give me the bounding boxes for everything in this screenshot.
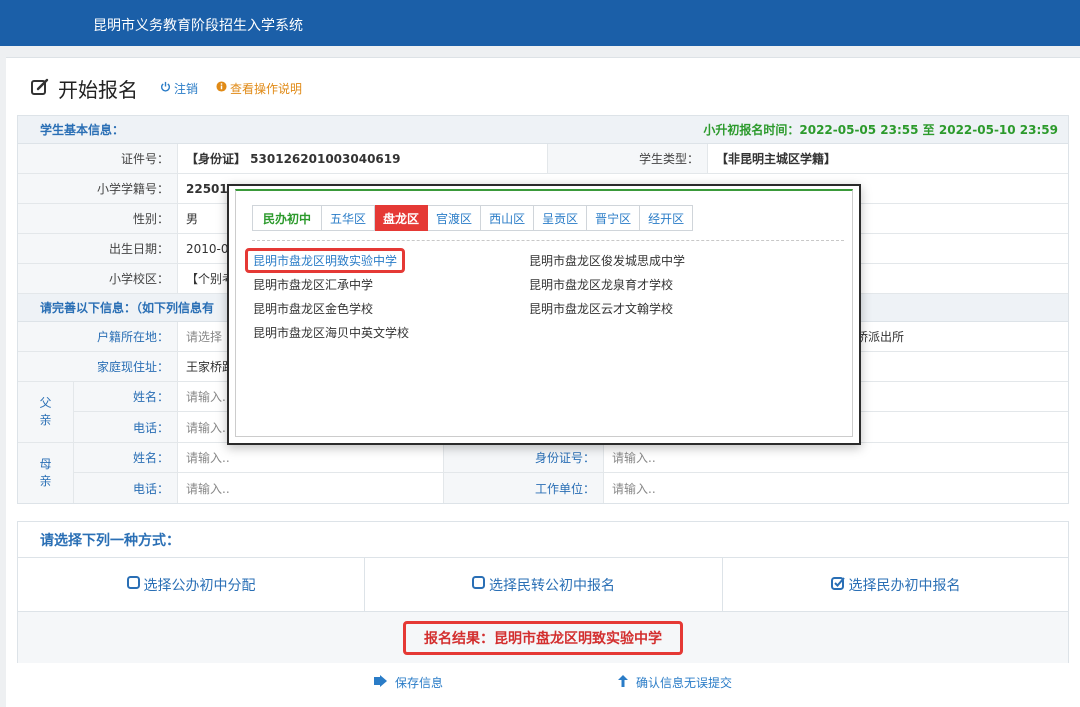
checkbox-icon [126, 576, 140, 593]
mother-phone-label: 电话： [74, 473, 178, 503]
school-option-selected[interactable]: 昆明市盘龙区明致实验中学 [245, 248, 406, 273]
school-option[interactable]: 昆明市盘龙区云才文翰学校 [529, 300, 673, 317]
page-title: 开始报名 [58, 77, 138, 102]
save-label: 保存信息 [395, 676, 444, 690]
mother-label: 母亲 [18, 443, 74, 503]
help-label: 查看操作说明 [230, 81, 303, 96]
logout-label: 注销 [174, 81, 199, 96]
enroll-time: 小升初报名时间：2022-05-05 23:55 至 2022-05-10 23… [703, 123, 1058, 137]
option-private-to-public[interactable]: 选择民转公初中报名 [365, 558, 723, 611]
top-bar: 昆明市义务教育阶段招生入学系统 [0, 0, 1080, 46]
action-bar: 保存信息 确认信息无误提交 [6, 670, 1080, 696]
tab-chenggong[interactable]: 呈贡区 [534, 205, 588, 231]
mother-work-input[interactable]: 请输入.. [604, 473, 1068, 503]
id-value: 【身份证】 530126201003040619 [178, 144, 548, 173]
page-header: 开始报名 注销 查看操作说明 [30, 74, 302, 102]
logout-link[interactable]: 注销 [160, 80, 198, 97]
father-phone-label: 电话： [74, 412, 178, 442]
table-row: 电话： 请输入.. 工作单位： 请输入.. [74, 473, 1068, 503]
tab-panlong[interactable]: 盘龙区 [375, 205, 429, 231]
school-option[interactable]: 昆明市盘龙区海贝中英文学校 [253, 324, 409, 341]
school-option[interactable]: 昆明市盘龙区俊发城思成中学 [529, 252, 685, 269]
father-label: 父亲 [18, 382, 74, 442]
school-select-popup: 民办初中 五华区 盘龙区 官渡区 西山区 呈贡区 晋宁区 经开区 昆明市盘龙区明… [227, 184, 861, 445]
address-label: 家庭现住址： [18, 352, 178, 381]
method-title: 请选择下列一种方式： [18, 522, 1068, 558]
school-option[interactable]: 昆明市盘龙区龙泉育才学校 [529, 276, 673, 293]
mother-name-input[interactable]: 请输入.. [178, 443, 444, 472]
school-option[interactable]: 昆明市盘龙区金色学校 [253, 300, 373, 317]
tab-jingkai[interactable]: 经开区 [640, 205, 694, 231]
submit-button[interactable]: 确认信息无误提交 [618, 674, 732, 691]
popup-content: 民办初中 五华区 盘龙区 官渡区 西山区 呈贡区 晋宁区 经开区 昆明市盘龙区明… [235, 189, 853, 437]
option-private[interactable]: 选择民办初中报名 [723, 558, 1068, 611]
type-value: 【非昆明主城区学籍】 [716, 152, 837, 166]
tab-private-middle[interactable]: 民办初中 [252, 205, 323, 231]
id-label: 证件号： [18, 144, 178, 173]
app-title: 昆明市义务教育阶段招生入学系统 [93, 18, 303, 34]
save-button[interactable]: 保存信息 [374, 674, 443, 691]
district-tabs: 民办初中 五华区 盘龙区 官渡区 西山区 呈贡区 晋宁区 经开区 [252, 205, 694, 231]
mother-work-label: 工作单位： [444, 473, 604, 503]
edit-icon [30, 77, 50, 100]
father-name-label: 姓名： [74, 382, 178, 411]
basic-info-header: 学生基本信息： 小升初报名时间：2022-05-05 23:55 至 2022-… [18, 116, 1068, 144]
mother-group: 母亲 姓名： 请输入.. 身份证号： 请输入.. 电话： 请输入.. 工作单位：… [18, 443, 1068, 503]
info-icon [216, 81, 227, 95]
birth-label: 出生日期： [18, 234, 178, 263]
arrow-up-icon [618, 675, 628, 690]
type-label: 学生类型： [548, 144, 708, 173]
tab-jinning[interactable]: 晋宁区 [587, 205, 641, 231]
gender-label: 性别： [18, 204, 178, 233]
checkbox-icon [472, 576, 485, 593]
divider [252, 240, 844, 241]
enroll-result: 报名结果：昆明市盘龙区明致实验中学 [403, 620, 683, 655]
save-icon [374, 675, 387, 690]
table-row: 证件号： 【身份证】 530126201003040619 学生类型： 【非昆明… [18, 144, 1068, 174]
enroll-method-panel: 请选择下列一种方式： 选择公办初中分配 选择民转公初中报名 选择民办初中报名 报… [17, 521, 1069, 663]
option-label: 选择民办初中报名 [848, 577, 961, 594]
mother-idno-input[interactable]: 请输入.. [604, 443, 1068, 472]
method-options: 选择公办初中分配 选择民转公初中报名 选择民办初中报名 [18, 558, 1068, 612]
mother-phone-input[interactable]: 请输入.. [178, 473, 444, 503]
submit-label: 确认信息无误提交 [636, 676, 733, 690]
xj-label: 小学学籍号： [18, 174, 178, 203]
table-row: 姓名： 请输入.. 身份证号： 请输入.. [74, 443, 1068, 473]
option-label: 选择公办初中分配 [143, 577, 256, 594]
tab-xishan[interactable]: 西山区 [481, 205, 535, 231]
hukou-label: 户籍所在地： [18, 322, 178, 351]
tab-wuhua[interactable]: 五华区 [322, 205, 376, 231]
tab-guandu[interactable]: 官渡区 [428, 205, 482, 231]
school-label: 小学校区： [18, 264, 178, 293]
school-option[interactable]: 昆明市盘龙区汇承中学 [253, 276, 373, 293]
mother-name-label: 姓名： [74, 443, 178, 472]
extra-info-title: 请完善以下信息：（如下列信息有 [40, 301, 215, 315]
police-value: 桥派出所 [856, 330, 905, 344]
result-row: 报名结果：昆明市盘龙区明致实验中学 [18, 612, 1068, 663]
mother-idno-label: 身份证号： [444, 443, 604, 472]
option-label: 选择民转公初中报名 [489, 577, 615, 594]
option-public-assign[interactable]: 选择公办初中分配 [18, 558, 365, 611]
checkbox-checked-icon [830, 576, 845, 594]
power-icon [160, 81, 171, 95]
basic-info-title: 学生基本信息： [40, 123, 125, 137]
help-link[interactable]: 查看操作说明 [216, 80, 302, 97]
